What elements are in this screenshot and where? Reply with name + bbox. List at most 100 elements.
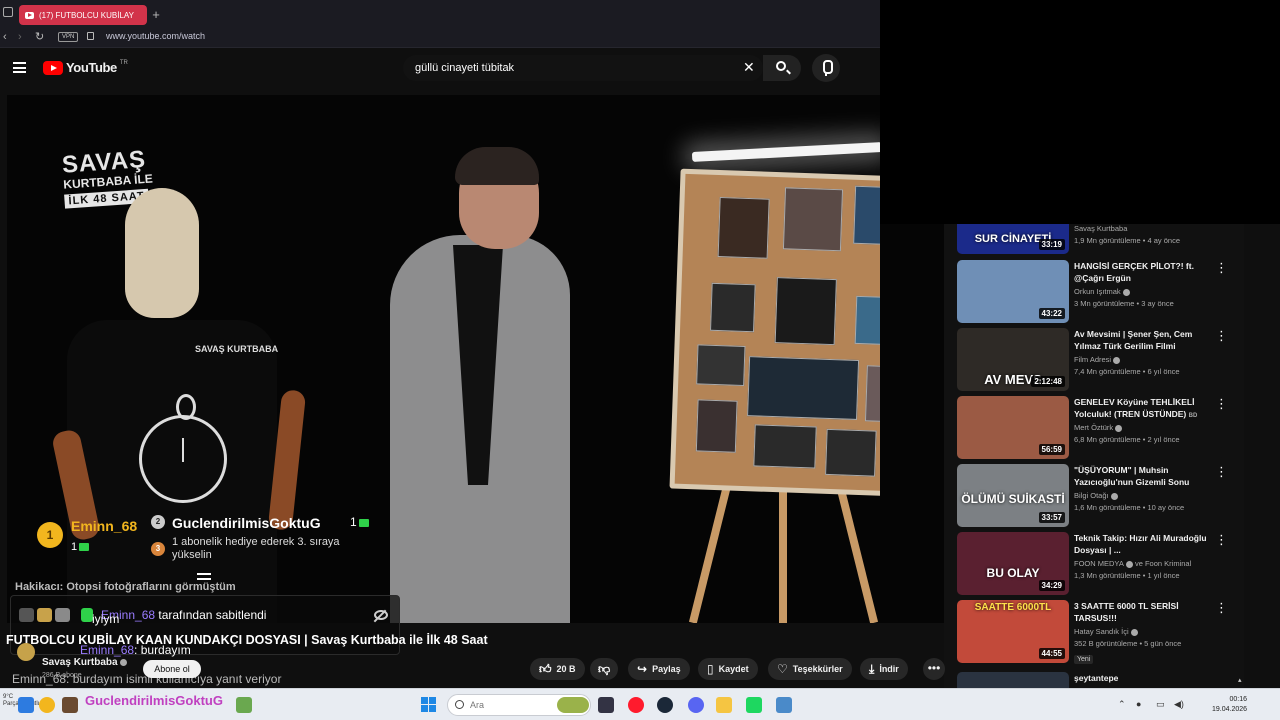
back-arrow-icon[interactable]: ‹ (3, 30, 7, 44)
browser-tab-active[interactable]: (17) FUTBOLCU KUBİLAY (19, 5, 147, 25)
save-button[interactable]: ▯ Kaydet (698, 658, 758, 680)
lock-icon[interactable] (87, 32, 94, 40)
rec-channel[interactable]: Orkun Işıtmak (1074, 287, 1209, 296)
like-button[interactable]: 👍︎ 20 B (530, 658, 585, 680)
rec-more-icon[interactable]: ⋮ (1215, 533, 1228, 546)
app-icon[interactable] (236, 697, 252, 713)
rec-thumb-caption: SAATTE 6000TL (974, 602, 1052, 613)
sidebar-toggle-icon[interactable] (3, 7, 13, 17)
hide-pinned-icon[interactable] (374, 610, 388, 620)
channel-name[interactable]: Savaş Kurtbaba (42, 657, 127, 668)
rec-title[interactable]: HANGİSİ GERÇEK PİLOT?! ft. @Çağrı Ergün (1074, 260, 1209, 284)
rec-channel[interactable]: FOON MEDYA ve Foon Kriminal (1074, 559, 1209, 568)
collapse-icon[interactable] (197, 572, 211, 582)
tray-chevron-icon[interactable]: ⌃ (1118, 699, 1126, 710)
rec-more-icon[interactable]: ⋮ (1215, 397, 1228, 410)
app-icon[interactable] (62, 697, 78, 713)
rec-thumbnail[interactable]: 56:59 (957, 396, 1069, 459)
scrollbar-arrow-icon[interactable]: ▴ (1238, 676, 1242, 684)
country-code: TR (119, 60, 128, 66)
youtube-logo[interactable]: YouTube TR (43, 60, 128, 75)
video-player[interactable]: SAVAŞ KURTBABA İLE İLK 48 SAAT SAVAŞ KUR… (7, 95, 880, 623)
rec-thumbnail[interactable]: SUR CİNAYETİ 33:19 (957, 224, 1069, 254)
thanks-button[interactable]: ♡ Teşekkürler (768, 658, 852, 680)
rec-channel[interactable]: Bilgi Otağı (1074, 491, 1209, 500)
url-text[interactable]: www.youtube.com/watch (106, 31, 205, 41)
new-badge: Yeni (1074, 655, 1094, 664)
rec-channel[interactable]: Hatay Sandık İçi (1074, 627, 1209, 636)
rec-item[interactable]: AV MEVS 2:12:48 Av Mevsimi | Şener Şen, … (957, 328, 1237, 392)
rec-thumbnail[interactable]: AV MEVS 2:12:48 (957, 328, 1069, 391)
vpn-badge[interactable]: VPN (58, 32, 79, 42)
clear-search-icon[interactable]: ✕ (743, 60, 755, 74)
channel-avatar[interactable] (17, 643, 35, 661)
overlay-username: GuclendirilmisGoktuG (85, 693, 223, 708)
rec-duration: 43:22 (1038, 308, 1065, 319)
thumbs-down-icon: 👎︎ (598, 662, 611, 676)
more-actions-icon[interactable]: ••• (923, 658, 945, 680)
rec-more-icon[interactable]: ⋮ (1215, 329, 1228, 342)
chat-line-1: iyiym (92, 612, 120, 626)
rec-title[interactable]: şeytantepe (1074, 672, 1209, 684)
opera-icon[interactable] (628, 697, 644, 713)
rec-thumbnail[interactable]: ÖLÜMÜ SUİKASTİ 33:57 (957, 464, 1069, 527)
task-view-icon[interactable] (598, 697, 614, 713)
file-explorer-icon[interactable] (716, 697, 732, 713)
share-label: Paylaş (652, 664, 681, 674)
dislike-button[interactable]: 👎︎ (590, 658, 618, 680)
rec-channel[interactable]: Savaş Kurtbaba (1074, 224, 1209, 233)
search-button[interactable] (763, 55, 801, 81)
rec-item[interactable]: 43:22 HANGİSİ GERÇEK PİLOT?! ft. @Çağrı … (957, 260, 1237, 324)
rec-more-icon[interactable]: ⋮ (1215, 261, 1228, 274)
subscribe-button[interactable]: Abone ol (143, 660, 201, 678)
gift-icon (79, 543, 90, 552)
volume-icon[interactable]: ◀) (1174, 699, 1184, 710)
search-input[interactable] (415, 62, 735, 74)
app-icon[interactable] (18, 697, 34, 713)
rec-thumbnail[interactable]: 43:22 (957, 260, 1069, 323)
bookmark-icon: ▯ (707, 662, 714, 676)
download-button[interactable]: ⤓ İndir (860, 658, 908, 680)
system-clock[interactable]: 00:16 19.04.2026 (1212, 695, 1247, 715)
hamburger-menu-icon[interactable] (13, 62, 26, 73)
rec-item[interactable]: şeytantepe (957, 672, 1237, 688)
steam-icon[interactable] (657, 697, 673, 713)
address-bar: ‹ › ↻ VPN www.youtube.com/watch (0, 28, 880, 48)
app-icon[interactable] (746, 697, 762, 713)
rec-meta: GENELEV Köyüne TEHLİKELİ Yolculuk! (TREN… (1074, 396, 1209, 444)
new-tab-button[interactable]: + (150, 5, 162, 25)
voice-search-mic-icon[interactable] (812, 54, 840, 82)
rec-more-icon[interactable]: ⋮ (1215, 465, 1228, 478)
rec-title[interactable]: Av Mevsimi | Şener Şen, Cem Yılmaz Türk … (1074, 328, 1209, 352)
rec-title[interactable]: GENELEV Köyüne TEHLİKELİ Yolculuk! (TREN… (1074, 396, 1209, 420)
save-label: Kaydet (718, 664, 749, 674)
top-gifter-2-name: GuclendirilmisGoktuG (172, 515, 321, 531)
reload-icon[interactable]: ↻ (35, 30, 44, 44)
settings-gear-icon[interactable] (776, 697, 792, 713)
mic-tray-icon[interactable]: ● (1136, 699, 1141, 709)
evidence-photo (753, 424, 817, 469)
rec-title[interactable]: "ÜŞÜYORUM" | Muhsin Yazıcıoğlu'nun Gizem… (1074, 464, 1209, 488)
rec-item[interactable]: SUR CİNAYETİ 33:19 Savaş Kurtbaba 1,9 Mn… (957, 224, 1237, 254)
rec-thumbnail[interactable]: BU OLAY 34:29 (957, 532, 1069, 595)
rank-badge-icon[interactable] (39, 697, 55, 713)
rec-channel[interactable]: Film Adresi (1074, 355, 1209, 364)
rec-more-icon[interactable]: ⋮ (1215, 601, 1228, 614)
subscriber-count: 286 B abone (42, 672, 82, 679)
rec-title[interactable]: Teknik Takip: Hızır Ali Muradoğlu Dosyas… (1074, 532, 1209, 556)
share-button[interactable]: ↪ Paylaş (628, 658, 690, 680)
discord-icon[interactable] (688, 697, 704, 713)
rec-item[interactable]: SAATTE 6000TL 44:55 3 SAATTE 6000 TL SER… (957, 600, 1237, 664)
rec-title[interactable]: 3 SAATTE 6000 TL SERİSİ TARSUS!!! (1074, 600, 1209, 624)
forward-arrow-icon[interactable]: › (18, 30, 22, 44)
rec-item[interactable]: ÖLÜMÜ SUİKASTİ 33:57 "ÜŞÜYORUM" | Muhsin… (957, 464, 1237, 528)
network-icon[interactable]: ▭ (1156, 699, 1165, 710)
rec-thumbnail[interactable]: SAATTE 6000TL 44:55 (957, 600, 1069, 663)
rec-item[interactable]: BU OLAY 34:29 Teknik Takip: Hızır Ali Mu… (957, 532, 1237, 596)
rec-thumbnail[interactable] (957, 672, 1069, 688)
rec-channel[interactable]: Mert Öztürk (1074, 423, 1209, 432)
evidence-photo (864, 365, 880, 423)
rec-item[interactable]: 56:59 GENELEV Köyüne TEHLİKELİ Yolculuk!… (957, 396, 1237, 460)
mannequin-head (125, 188, 199, 318)
windows-start-icon[interactable] (421, 697, 436, 712)
